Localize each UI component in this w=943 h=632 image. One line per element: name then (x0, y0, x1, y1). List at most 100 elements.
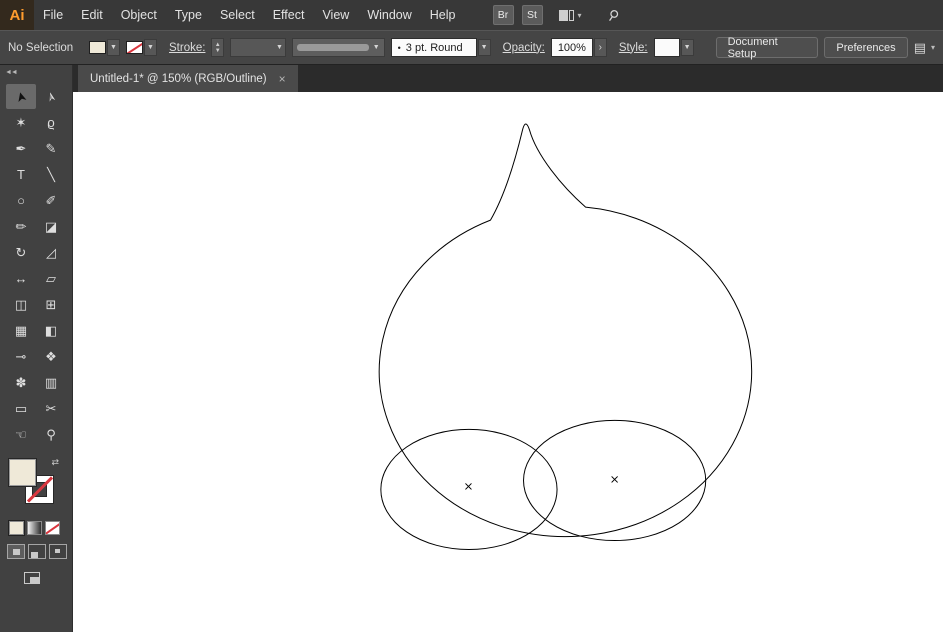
menu-effect[interactable]: Effect (264, 0, 314, 30)
paintbrush-tool[interactable]: ✐ (36, 188, 66, 213)
brush-dropdown-chevron-icon[interactable]: ▼ (477, 39, 491, 56)
paintbrush-tool-icon: ✐ (45, 192, 57, 208)
stroke-color-combo[interactable]: ▼ (126, 39, 157, 56)
onion-shape-path[interactable] (378, 123, 753, 538)
style-dropdown-chevron-icon[interactable]: ▼ (680, 39, 694, 56)
style-combo[interactable]: ▼ (653, 38, 694, 57)
symbol-sprayer-tool[interactable]: ✽ (6, 370, 36, 395)
eraser-tool[interactable]: ◪ (36, 214, 66, 239)
tools-collapse-button[interactable]: ◄◄ (0, 65, 72, 80)
lasso-tool[interactable]: ϱ (36, 110, 66, 135)
style-panel-link[interactable]: Style: (619, 42, 648, 54)
menu-help[interactable]: Help (421, 0, 465, 30)
workspace: ◄◄ ➤ ➢ ✶ ϱ ✒ ✎ T ╲ ○ ✐ ✏ ◪ ↻ ◿ ↔ ▱ ◫ ⊞ ▦ ◧ ⊸ ❖ ✽ ▥ ▭ ✂ ☜ ⚲ ⇄ (0, 65, 943, 632)
fill-color-combo[interactable]: ▼ (89, 39, 120, 56)
curvature-tool[interactable]: ✎ (36, 136, 66, 161)
stroke-dropdown-chevron-icon[interactable]: ▼ (144, 39, 157, 56)
preferences-button[interactable]: Preferences (824, 37, 908, 58)
stock-button[interactable]: St (521, 5, 543, 25)
fill-dropdown-chevron-icon[interactable]: ▼ (107, 39, 120, 56)
perspective-grid-tool-icon: ⊞ (45, 296, 57, 312)
panel-toggle-icon[interactable]: ▤ ▾ (914, 40, 935, 56)
rotate-tool[interactable]: ↻ (6, 240, 36, 265)
mesh-tool[interactable]: ▦ (6, 318, 36, 343)
free-transform-tool-icon: ▱ (46, 270, 56, 286)
draw-behind-button[interactable] (28, 544, 46, 559)
pen-tool-icon: ✒ (15, 140, 27, 156)
zoom-tool-icon: ⚲ (46, 426, 56, 442)
search-icon[interactable]: ⚲ (604, 5, 622, 25)
artboard-tool-icon: ▭ (14, 400, 28, 416)
menu-select[interactable]: Select (211, 0, 264, 30)
document-tab-title: Untitled-1* @ 150% (RGB/Outline) (90, 72, 267, 85)
menu-object[interactable]: Object (112, 0, 166, 30)
style-field[interactable] (653, 38, 680, 57)
stroke-swatch-none[interactable] (126, 41, 143, 54)
stroke-weight-stepper[interactable]: ▲ ▼ (211, 38, 225, 57)
width-tool[interactable]: ↔ (6, 266, 36, 291)
eyedropper-tool-icon: ⊸ (15, 348, 27, 364)
zoom-tool[interactable]: ⚲ (36, 422, 66, 447)
mesh-tool-icon: ▦ (14, 322, 28, 338)
drawing-mode-row (7, 544, 72, 559)
chevron-down-icon: ▼ (276, 44, 283, 51)
magic-wand-tool-icon: ✶ (15, 114, 27, 130)
column-graph-tool[interactable]: ▥ (36, 370, 66, 395)
perspective-grid-tool[interactable]: ⊞ (36, 292, 66, 317)
selection-tool-icon: ➤ (11, 89, 30, 104)
fill-swatch[interactable] (89, 41, 106, 54)
menu-bar: Ai File Edit Object Type Select Effect View Win… (0, 0, 943, 30)
pen-tool[interactable]: ✒ (6, 136, 36, 161)
stroke-weight-dropdown[interactable]: ▼ (230, 38, 286, 57)
brush-field[interactable]: • 3 pt. Round (390, 38, 477, 57)
artboard-canvas[interactable] (73, 92, 943, 632)
magic-wand-tool[interactable]: ✶ (6, 110, 36, 135)
type-tool[interactable]: T (6, 162, 36, 187)
shape-builder-tool[interactable]: ◫ (6, 292, 36, 317)
direct-selection-tool[interactable]: ➢ (36, 84, 66, 109)
brush-combo[interactable]: • 3 pt. Round ▼ (390, 38, 491, 57)
opacity-field[interactable]: 100% (550, 38, 593, 57)
workspace-switcher-icon[interactable]: ▾ (558, 9, 582, 21)
document-tab[interactable]: Untitled-1* @ 150% (RGB/Outline) × (78, 65, 298, 92)
menu-window[interactable]: Window (358, 0, 420, 30)
line-segment-tool[interactable]: ╲ (36, 162, 66, 187)
scale-tool[interactable]: ◿ (36, 240, 66, 265)
document-setup-button[interactable]: Document Setup (715, 36, 819, 60)
hand-tool[interactable]: ☜ (6, 422, 36, 447)
eyedropper-tool[interactable]: ⊸ (6, 344, 36, 369)
gradient-mode-button[interactable] (27, 521, 42, 535)
menu-view[interactable]: View (313, 0, 358, 30)
pencil-tool[interactable]: ✏ (6, 214, 36, 239)
swap-fill-stroke-icon[interactable]: ⇄ (51, 457, 59, 468)
draw-normal-button[interactable] (7, 544, 25, 559)
opacity-panel-link[interactable]: Opacity: (503, 42, 545, 54)
shape-builder-tool-icon: ◫ (14, 296, 28, 312)
blend-tool[interactable]: ❖ (36, 344, 66, 369)
screen-mode-inner-icon (30, 577, 40, 584)
gradient-tool[interactable]: ◧ (36, 318, 66, 343)
menu-type[interactable]: Type (166, 0, 211, 30)
opacity-combo[interactable]: 100% › (550, 38, 607, 57)
slice-tool[interactable]: ✂ (36, 396, 66, 421)
selection-tool[interactable]: ➤ (6, 84, 36, 109)
column-graph-tool-icon: ▥ (44, 374, 58, 390)
draw-inside-button[interactable] (49, 544, 67, 559)
free-transform-tool[interactable]: ▱ (36, 266, 66, 291)
stroke-panel-link[interactable]: Stroke: (169, 42, 205, 54)
right-ellipse-path[interactable] (523, 419, 707, 542)
menu-edit[interactable]: Edit (72, 0, 112, 30)
screen-mode-icon[interactable] (24, 572, 44, 586)
close-icon[interactable]: × (279, 72, 286, 86)
fill-indicator[interactable] (9, 459, 36, 486)
left-ellipse-path[interactable] (380, 428, 558, 551)
artboard-tool[interactable]: ▭ (6, 396, 36, 421)
menu-file[interactable]: File (34, 0, 72, 30)
bridge-button[interactable]: Br (492, 5, 514, 25)
ellipse-tool[interactable]: ○ (6, 188, 36, 213)
none-mode-button[interactable] (45, 521, 60, 535)
opacity-flyout-icon[interactable]: › (593, 38, 607, 57)
scale-tool-icon: ◿ (46, 244, 56, 260)
ellipse-tool-icon: ○ (17, 193, 25, 208)
color-mode-button[interactable] (9, 521, 24, 535)
